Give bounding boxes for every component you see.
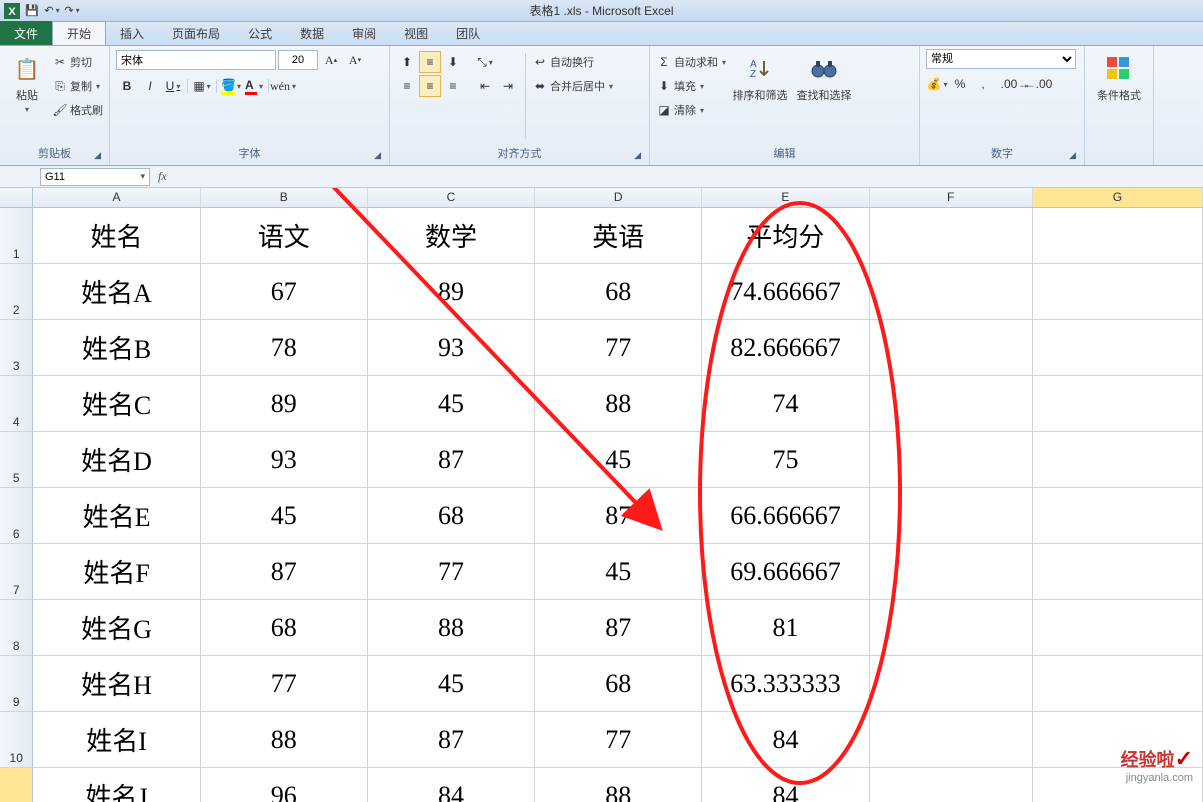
cut-button[interactable]: ✂剪切 xyxy=(52,51,103,73)
watermark: 经验啦✓ jingyanla.com xyxy=(1121,746,1193,784)
tab-team[interactable]: 团队 xyxy=(442,21,494,45)
tab-review[interactable]: 审阅 xyxy=(338,21,390,45)
format-painter-button[interactable]: 🖌格式刷 xyxy=(52,99,103,121)
title-bar: X 💾 ↶ ↷ 表格1 .xls - Microsoft Excel xyxy=(0,0,1203,22)
increase-indent-icon[interactable]: ⇥ xyxy=(497,75,519,97)
font-color-button[interactable]: A xyxy=(243,75,265,97)
clipboard-launcher-icon[interactable]: ◢ xyxy=(94,150,101,161)
annotation-overlay xyxy=(0,188,1203,802)
increase-font-icon[interactable]: A▴ xyxy=(320,49,342,71)
paste-label: 粘贴 xyxy=(16,87,38,103)
merge-icon: ⬌ xyxy=(532,78,548,94)
percent-button[interactable]: % xyxy=(949,73,971,95)
eraser-icon: ◪ xyxy=(656,102,672,118)
window-title: 表格1 .xls - Microsoft Excel xyxy=(529,2,673,19)
binoculars-icon xyxy=(808,53,840,85)
number-launcher-icon[interactable]: ◢ xyxy=(1069,150,1076,161)
sigma-icon: Σ xyxy=(656,54,672,70)
align-center-icon[interactable]: ≡ xyxy=(419,75,441,97)
decrease-font-icon[interactable]: A▾ xyxy=(344,49,366,71)
cond-format-icon xyxy=(1103,53,1135,85)
tab-data[interactable]: 数据 xyxy=(286,21,338,45)
sort-filter-button[interactable]: AZ 排序和筛选 xyxy=(730,49,790,103)
tab-view[interactable]: 视图 xyxy=(390,21,442,45)
tab-formula[interactable]: 公式 xyxy=(234,21,286,45)
file-tab[interactable]: 文件 xyxy=(0,21,52,45)
save-icon[interactable]: 💾 xyxy=(24,3,40,19)
orientation-icon[interactable]: ⤡ xyxy=(474,51,496,73)
align-launcher-icon[interactable]: ◢ xyxy=(634,150,641,161)
paste-button[interactable]: 📋 粘贴 ▾ xyxy=(6,49,48,114)
align-left-icon[interactable]: ≡ xyxy=(396,75,418,97)
spreadsheet-grid: A B C D E F G 1 姓名 语文 数学 英语 平均分 2姓名A6789… xyxy=(0,188,1203,802)
number-format-select[interactable]: 常规 xyxy=(926,49,1076,69)
copy-icon: ⎘ xyxy=(52,78,68,94)
ribbon: 📋 粘贴 ▾ ✂剪切 ⎘复制 🖌格式刷 剪贴板◢ A▴ A▾ B I xyxy=(0,46,1203,166)
svg-text:X: X xyxy=(8,6,16,18)
italic-button[interactable]: I xyxy=(139,75,161,97)
quick-access-toolbar: X 💾 ↶ ↷ xyxy=(4,3,80,19)
group-editing: Σ自动求和 ⬇填充 ◪清除 AZ 排序和筛选 查找和选择 编辑 xyxy=(650,46,920,165)
group-styles: 条件格式 xyxy=(1085,46,1154,165)
align-right-icon[interactable]: ≡ xyxy=(442,75,464,97)
wrap-text-button[interactable]: ↩自动换行 xyxy=(532,51,613,73)
undo-icon[interactable]: ↶ xyxy=(44,3,60,19)
border-button[interactable]: ▦ xyxy=(191,75,213,97)
excel-icon: X xyxy=(4,3,20,19)
ribbon-tabs: 文件 开始 插入 页面布局 公式 数据 审阅 视图 团队 xyxy=(0,22,1203,46)
decrease-decimal-icon[interactable]: ←.00 xyxy=(1027,73,1049,95)
bucket-icon: 🪣 xyxy=(221,78,235,95)
decrease-indent-icon[interactable]: ⇤ xyxy=(474,75,496,97)
check-icon: ✓ xyxy=(1175,746,1193,771)
font-name-input[interactable] xyxy=(116,50,276,70)
fx-icon[interactable]: fx xyxy=(158,169,167,184)
formula-input[interactable] xyxy=(171,168,1203,186)
group-alignment: ⬆ ≡ ⬇ ⤡ ≡ ≡ ≡ ⇤ ⇥ ↩自动换行 ⬌合并后居中 xyxy=(390,46,650,165)
tab-layout[interactable]: 页面布局 xyxy=(158,21,234,45)
currency-button[interactable]: 💰 xyxy=(926,73,948,95)
sort-icon: AZ xyxy=(744,53,776,85)
fill-down-icon: ⬇ xyxy=(656,78,672,94)
fill-button[interactable]: ⬇填充 xyxy=(656,75,726,97)
cond-format-button[interactable]: 条件格式 xyxy=(1091,49,1147,103)
bold-button[interactable]: B xyxy=(116,75,138,97)
tab-insert[interactable]: 插入 xyxy=(106,21,158,45)
underline-button[interactable]: U xyxy=(162,75,184,97)
cut-icon: ✂ xyxy=(52,54,68,70)
paste-icon: 📋 xyxy=(11,53,43,85)
align-bottom-icon[interactable]: ⬇ xyxy=(442,51,464,73)
group-number: 常规 💰 % , .00→ ←.00 数字◢ xyxy=(920,46,1085,165)
align-top-icon[interactable]: ⬆ xyxy=(396,51,418,73)
name-box-dropdown-icon[interactable]: ▾ xyxy=(140,171,145,182)
font-size-input[interactable] xyxy=(278,50,318,70)
font-launcher-icon[interactable]: ◢ xyxy=(374,150,381,161)
group-clipboard: 📋 粘贴 ▾ ✂剪切 ⎘复制 🖌格式刷 剪贴板◢ xyxy=(0,46,110,165)
copy-button[interactable]: ⎘复制 xyxy=(52,75,103,97)
merge-button[interactable]: ⬌合并后居中 xyxy=(532,75,613,97)
tab-home[interactable]: 开始 xyxy=(52,21,106,45)
group-font: A▴ A▾ B I U ▦ 🪣 A wén 字体◢ xyxy=(110,46,390,165)
phonetic-button[interactable]: wén xyxy=(272,75,294,97)
svg-text:Z: Z xyxy=(750,69,756,80)
fill-color-button[interactable]: 🪣 xyxy=(220,75,242,97)
clear-button[interactable]: ◪清除 xyxy=(656,99,726,121)
brush-icon: 🖌 xyxy=(52,102,68,118)
wrap-icon: ↩ xyxy=(532,54,548,70)
align-middle-icon[interactable]: ≡ xyxy=(419,51,441,73)
name-box[interactable]: G11 ▾ xyxy=(40,168,150,186)
comma-button[interactable]: , xyxy=(972,73,994,95)
autosum-button[interactable]: Σ自动求和 xyxy=(656,51,726,73)
redo-icon[interactable]: ↷ xyxy=(64,3,80,19)
formula-bar: G11 ▾ fx xyxy=(0,166,1203,188)
find-select-button[interactable]: 查找和选择 xyxy=(794,49,854,103)
